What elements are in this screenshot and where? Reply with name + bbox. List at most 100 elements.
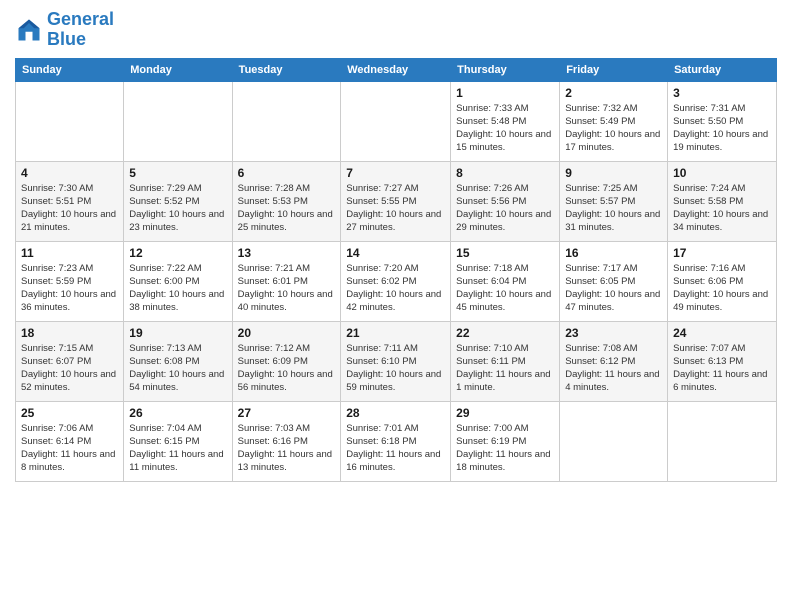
day-number: 25: [21, 406, 118, 420]
day-cell: 27 Sunrise: 7:03 AMSunset: 6:16 PMDaylig…: [232, 401, 341, 481]
day-number: 15: [456, 246, 554, 260]
weekday-header-saturday: Saturday: [668, 58, 777, 81]
day-number: 17: [673, 246, 771, 260]
day-detail: Sunrise: 7:30 AMSunset: 5:51 PMDaylight:…: [21, 182, 118, 235]
weekday-header-tuesday: Tuesday: [232, 58, 341, 81]
day-cell: 8 Sunrise: 7:26 AMSunset: 5:56 PMDayligh…: [451, 161, 560, 241]
week-row-4: 18 Sunrise: 7:15 AMSunset: 6:07 PMDaylig…: [16, 321, 777, 401]
calendar-table: SundayMondayTuesdayWednesdayThursdayFrid…: [15, 58, 777, 482]
day-cell: 10 Sunrise: 7:24 AMSunset: 5:58 PMDaylig…: [668, 161, 777, 241]
week-row-2: 4 Sunrise: 7:30 AMSunset: 5:51 PMDayligh…: [16, 161, 777, 241]
day-cell: 22 Sunrise: 7:10 AMSunset: 6:11 PMDaylig…: [451, 321, 560, 401]
day-cell: 23 Sunrise: 7:08 AMSunset: 6:12 PMDaylig…: [560, 321, 668, 401]
day-detail: Sunrise: 7:07 AMSunset: 6:13 PMDaylight:…: [673, 342, 771, 395]
day-cell: 29 Sunrise: 7:00 AMSunset: 6:19 PMDaylig…: [451, 401, 560, 481]
day-number: 7: [346, 166, 445, 180]
day-detail: Sunrise: 7:13 AMSunset: 6:08 PMDaylight:…: [129, 342, 226, 395]
day-detail: Sunrise: 7:10 AMSunset: 6:11 PMDaylight:…: [456, 342, 554, 395]
day-number: 20: [238, 326, 336, 340]
day-number: 16: [565, 246, 662, 260]
day-cell: 9 Sunrise: 7:25 AMSunset: 5:57 PMDayligh…: [560, 161, 668, 241]
day-detail: Sunrise: 7:04 AMSunset: 6:15 PMDaylight:…: [129, 422, 226, 475]
day-detail: Sunrise: 7:28 AMSunset: 5:53 PMDaylight:…: [238, 182, 336, 235]
day-detail: Sunrise: 7:12 AMSunset: 6:09 PMDaylight:…: [238, 342, 336, 395]
day-cell: 25 Sunrise: 7:06 AMSunset: 6:14 PMDaylig…: [16, 401, 124, 481]
day-detail: Sunrise: 7:32 AMSunset: 5:49 PMDaylight:…: [565, 102, 662, 155]
day-number: 23: [565, 326, 662, 340]
day-cell: 19 Sunrise: 7:13 AMSunset: 6:08 PMDaylig…: [124, 321, 232, 401]
day-detail: Sunrise: 7:00 AMSunset: 6:19 PMDaylight:…: [456, 422, 554, 475]
day-cell: 1 Sunrise: 7:33 AMSunset: 5:48 PMDayligh…: [451, 81, 560, 161]
day-detail: Sunrise: 7:27 AMSunset: 5:55 PMDaylight:…: [346, 182, 445, 235]
day-number: 13: [238, 246, 336, 260]
day-cell: [560, 401, 668, 481]
day-cell: 17 Sunrise: 7:16 AMSunset: 6:06 PMDaylig…: [668, 241, 777, 321]
day-number: 22: [456, 326, 554, 340]
day-cell: 3 Sunrise: 7:31 AMSunset: 5:50 PMDayligh…: [668, 81, 777, 161]
week-row-5: 25 Sunrise: 7:06 AMSunset: 6:14 PMDaylig…: [16, 401, 777, 481]
week-row-3: 11 Sunrise: 7:23 AMSunset: 5:59 PMDaylig…: [16, 241, 777, 321]
day-cell: 16 Sunrise: 7:17 AMSunset: 6:05 PMDaylig…: [560, 241, 668, 321]
logo: General Blue: [15, 10, 114, 50]
day-detail: Sunrise: 7:21 AMSunset: 6:01 PMDaylight:…: [238, 262, 336, 315]
day-cell: 7 Sunrise: 7:27 AMSunset: 5:55 PMDayligh…: [341, 161, 451, 241]
day-number: 2: [565, 86, 662, 100]
day-detail: Sunrise: 7:01 AMSunset: 6:18 PMDaylight:…: [346, 422, 445, 475]
day-number: 14: [346, 246, 445, 260]
logo-general: General: [47, 9, 114, 29]
day-detail: Sunrise: 7:18 AMSunset: 6:04 PMDaylight:…: [456, 262, 554, 315]
day-cell: 18 Sunrise: 7:15 AMSunset: 6:07 PMDaylig…: [16, 321, 124, 401]
day-detail: Sunrise: 7:16 AMSunset: 6:06 PMDaylight:…: [673, 262, 771, 315]
day-detail: Sunrise: 7:23 AMSunset: 5:59 PMDaylight:…: [21, 262, 118, 315]
day-number: 28: [346, 406, 445, 420]
day-detail: Sunrise: 7:11 AMSunset: 6:10 PMDaylight:…: [346, 342, 445, 395]
weekday-header-sunday: Sunday: [16, 58, 124, 81]
weekday-header-row: SundayMondayTuesdayWednesdayThursdayFrid…: [16, 58, 777, 81]
day-cell: 20 Sunrise: 7:12 AMSunset: 6:09 PMDaylig…: [232, 321, 341, 401]
day-cell: [16, 81, 124, 161]
day-cell: 21 Sunrise: 7:11 AMSunset: 6:10 PMDaylig…: [341, 321, 451, 401]
day-cell: 11 Sunrise: 7:23 AMSunset: 5:59 PMDaylig…: [16, 241, 124, 321]
page: General Blue SundayMondayTuesdayWednesda…: [0, 0, 792, 612]
day-number: 29: [456, 406, 554, 420]
day-detail: Sunrise: 7:33 AMSunset: 5:48 PMDaylight:…: [456, 102, 554, 155]
day-detail: Sunrise: 7:20 AMSunset: 6:02 PMDaylight:…: [346, 262, 445, 315]
day-detail: Sunrise: 7:03 AMSunset: 6:16 PMDaylight:…: [238, 422, 336, 475]
day-detail: Sunrise: 7:31 AMSunset: 5:50 PMDaylight:…: [673, 102, 771, 155]
day-detail: Sunrise: 7:22 AMSunset: 6:00 PMDaylight:…: [129, 262, 226, 315]
day-number: 11: [21, 246, 118, 260]
weekday-header-monday: Monday: [124, 58, 232, 81]
day-cell: [232, 81, 341, 161]
logo-blue: Blue: [47, 30, 114, 50]
day-cell: 15 Sunrise: 7:18 AMSunset: 6:04 PMDaylig…: [451, 241, 560, 321]
day-detail: Sunrise: 7:06 AMSunset: 6:14 PMDaylight:…: [21, 422, 118, 475]
day-cell: 4 Sunrise: 7:30 AMSunset: 5:51 PMDayligh…: [16, 161, 124, 241]
logo-text: General Blue: [47, 10, 114, 50]
day-cell: 24 Sunrise: 7:07 AMSunset: 6:13 PMDaylig…: [668, 321, 777, 401]
day-number: 26: [129, 406, 226, 420]
day-number: 5: [129, 166, 226, 180]
logo-icon: [15, 16, 43, 44]
day-number: 12: [129, 246, 226, 260]
day-detail: Sunrise: 7:15 AMSunset: 6:07 PMDaylight:…: [21, 342, 118, 395]
weekday-header-wednesday: Wednesday: [341, 58, 451, 81]
header: General Blue: [15, 10, 777, 50]
day-number: 6: [238, 166, 336, 180]
day-cell: 5 Sunrise: 7:29 AMSunset: 5:52 PMDayligh…: [124, 161, 232, 241]
day-number: 10: [673, 166, 771, 180]
day-detail: Sunrise: 7:26 AMSunset: 5:56 PMDaylight:…: [456, 182, 554, 235]
weekday-header-thursday: Thursday: [451, 58, 560, 81]
day-number: 19: [129, 326, 226, 340]
day-cell: 26 Sunrise: 7:04 AMSunset: 6:15 PMDaylig…: [124, 401, 232, 481]
day-detail: Sunrise: 7:29 AMSunset: 5:52 PMDaylight:…: [129, 182, 226, 235]
day-number: 8: [456, 166, 554, 180]
day-number: 1: [456, 86, 554, 100]
day-number: 9: [565, 166, 662, 180]
day-number: 18: [21, 326, 118, 340]
day-detail: Sunrise: 7:24 AMSunset: 5:58 PMDaylight:…: [673, 182, 771, 235]
day-detail: Sunrise: 7:17 AMSunset: 6:05 PMDaylight:…: [565, 262, 662, 315]
week-row-1: 1 Sunrise: 7:33 AMSunset: 5:48 PMDayligh…: [16, 81, 777, 161]
weekday-header-friday: Friday: [560, 58, 668, 81]
day-number: 3: [673, 86, 771, 100]
day-cell: 13 Sunrise: 7:21 AMSunset: 6:01 PMDaylig…: [232, 241, 341, 321]
